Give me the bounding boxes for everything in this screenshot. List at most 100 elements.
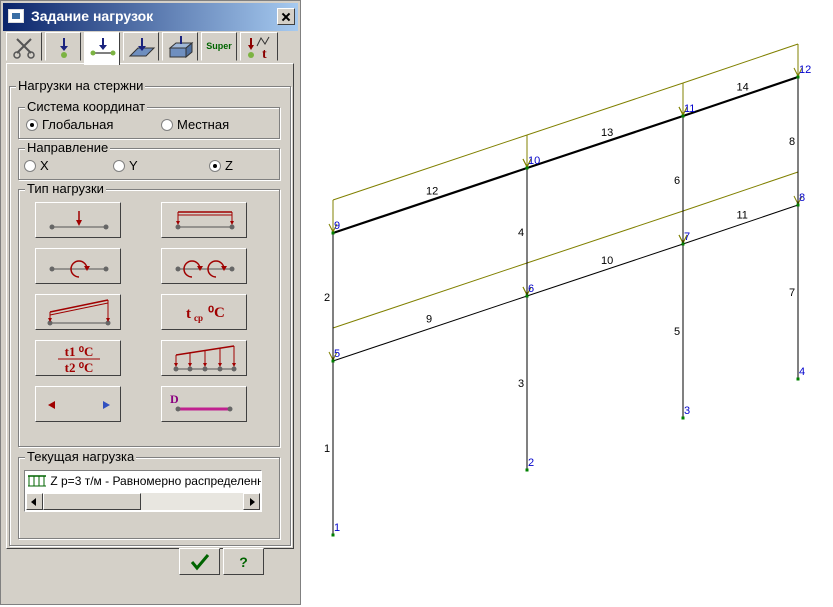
help-button[interactable]: ? (223, 548, 264, 575)
bar-9[interactable] (332, 295, 528, 362)
uniform-distributed-load-icon (175, 211, 235, 230)
tab-solid-loads[interactable] (162, 32, 198, 61)
node-label-8: 8 (799, 192, 805, 204)
bar-12[interactable] (332, 166, 528, 235)
temp-sub: ср (194, 313, 203, 323)
tab-bar-loads[interactable] (84, 32, 120, 65)
bar-label-4: 4 (518, 227, 524, 239)
bar-label-12: 12 (426, 186, 438, 198)
node-label-12: 12 (799, 64, 811, 76)
temperature-gradient-button[interactable]: t1 ⁰C t2 ⁰C (35, 340, 121, 376)
app-icon (8, 9, 24, 23)
tab-scissors[interactable] (6, 32, 42, 61)
radio-global-dot[interactable] (26, 119, 38, 131)
scissors-icon (13, 38, 35, 59)
coord-system-label: Система координат (25, 99, 148, 115)
direction-label: Направление (25, 140, 111, 156)
distributed-moment-icon (175, 260, 235, 278)
plate-load-icon (128, 38, 156, 57)
node-label-6: 6 (528, 283, 534, 295)
temperature-gradient-icon: t1 ⁰C t2 ⁰C (58, 344, 100, 375)
load-type-label: Тип нагрузки (25, 181, 106, 197)
scroll-thumb[interactable] (43, 493, 141, 510)
load-diagram (328, 43, 803, 362)
trapezoidal-load-icon (47, 299, 111, 326)
radio-local[interactable]: Местная (161, 117, 229, 132)
radio-global-label: Глобальная (42, 117, 114, 132)
radio-global[interactable]: Глобальная (26, 117, 113, 132)
radio-z[interactable]: Z (209, 158, 233, 173)
radio-z-dot[interactable] (209, 160, 221, 172)
tab-node-loads[interactable] (45, 32, 81, 61)
tab-time-loads[interactable]: t (240, 32, 278, 61)
temp-grad-top: t1 ⁰C (65, 344, 94, 359)
radio-x-dot[interactable] (24, 160, 36, 172)
bar-13[interactable] (526, 114, 684, 170)
dialog-title: Задание нагрузок (31, 8, 154, 24)
node-label-5: 5 (334, 348, 340, 360)
dialog-titlebar[interactable]: Задание нагрузок (3, 3, 298, 31)
tab-plate-loads[interactable] (123, 32, 159, 61)
time-label: t (262, 47, 267, 60)
bar-label-7: 7 (789, 287, 795, 299)
node-label-10: 10 (528, 155, 540, 167)
radio-z-label: Z (225, 158, 233, 173)
nodes: 12 3 4 5 6 7 8 9 10 11 12 (331, 64, 811, 537)
node-label-4: 4 (799, 366, 805, 378)
concentrated-force-icon (49, 211, 109, 230)
temp-unit: ⁰C (208, 305, 225, 321)
bar-load-icon (90, 38, 116, 56)
node-label-7: 7 (684, 231, 690, 243)
scroll-right-button[interactable] (243, 493, 260, 510)
bar-label-5: 5 (674, 326, 680, 338)
load-type-group: Тип нагрузки t ср ⁰C t1 ⁰C t2 ⁰C D (18, 181, 280, 447)
bar-label-11: 11 (737, 210, 748, 222)
displacement-button[interactable]: D (161, 386, 247, 422)
concentrated-force-button[interactable] (35, 202, 121, 238)
bar-10[interactable] (526, 243, 684, 297)
coord-system-group: Система координат Глобальная Местная (18, 99, 280, 139)
bar-label-9: 9 (426, 314, 432, 326)
bar-label-3: 3 (518, 378, 524, 390)
bar-label-2: 2 (324, 292, 330, 304)
temp-grad-bottom: t2 ⁰C (65, 360, 94, 375)
node-load-icon (60, 38, 68, 58)
displacement-icon: D (170, 392, 233, 412)
uniform-load-button[interactable] (161, 202, 247, 238)
time-load-icon: t (248, 36, 270, 60)
temperature-button[interactable]: t ср ⁰C (161, 294, 247, 330)
concentrated-moment-button[interactable] (35, 248, 121, 284)
scroll-left-button[interactable] (26, 493, 43, 510)
radio-x-label: X (40, 158, 49, 173)
radio-local-label: Местная (177, 117, 230, 132)
temp-t: t (186, 306, 191, 322)
multiple-forces-icon (173, 345, 237, 372)
bar-label-13: 13 (601, 127, 613, 139)
load-line-14 (682, 43, 799, 84)
node-label-1: 1 (334, 522, 340, 534)
scroll-left-icon (31, 498, 36, 506)
close-button[interactable] (277, 8, 295, 25)
trapezoidal-load-button[interactable] (35, 294, 121, 330)
axial-strain-button[interactable] (35, 386, 121, 422)
direction-group: Направление X Y Z (18, 140, 280, 180)
radio-y-dot[interactable] (113, 160, 125, 172)
frame-model-view[interactable]: 1234567891011121314 123456789101112 (301, 0, 833, 607)
help-label: ? (239, 554, 248, 570)
concentrated-moment-icon (49, 260, 109, 278)
distributed-moment-button[interactable] (161, 248, 247, 284)
radio-x[interactable]: X (24, 158, 49, 173)
multiple-forces-button[interactable] (161, 340, 247, 376)
bar-loads-group: Нагрузки на стержни Система координат Гл… (9, 78, 291, 546)
current-load-list[interactable]: Z p=3 т/м - Равномерно распределенная (24, 470, 262, 512)
scroll-right-icon (250, 498, 255, 506)
horizontal-scrollbar[interactable] (26, 493, 260, 510)
distributed-load-icon (28, 475, 46, 487)
tab-superelements[interactable]: Super (201, 32, 237, 61)
bars: 1234567891011121314 (324, 75, 799, 535)
apply-button[interactable] (179, 548, 220, 575)
node-label-3: 3 (684, 405, 690, 417)
radio-local-dot[interactable] (161, 119, 173, 131)
radio-y[interactable]: Y (113, 158, 138, 173)
current-load-entry[interactable]: Z p=3 т/м - Равномерно распределенная (27, 473, 261, 489)
